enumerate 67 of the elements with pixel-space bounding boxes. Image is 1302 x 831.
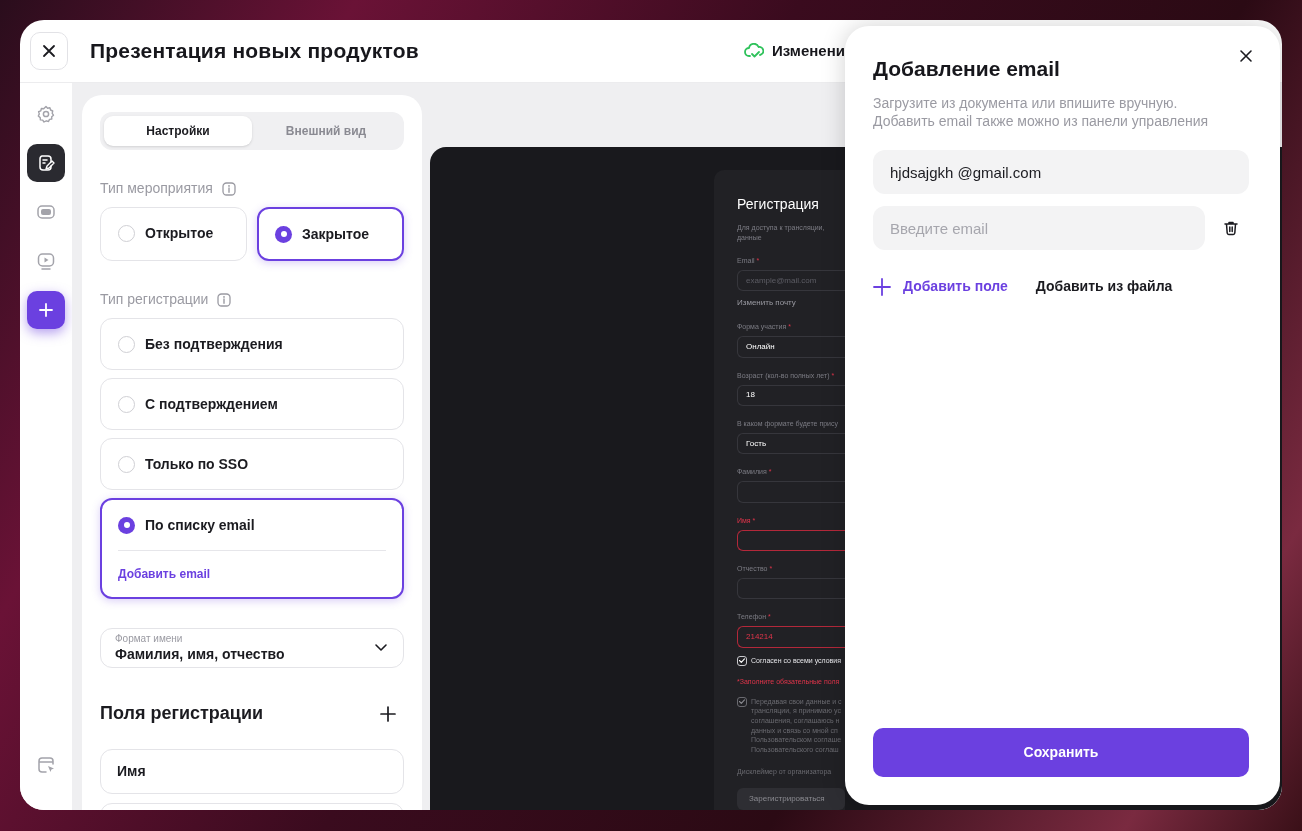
option-label: Только по SSO <box>145 454 249 474</box>
dropdown-value: Фамилия, имя, отчество <box>115 645 286 663</box>
registration-field-item[interactable]: Имя <box>100 749 404 794</box>
screen-cursor-icon <box>36 755 56 775</box>
input-field[interactable]: 18 <box>737 384 845 406</box>
checkmark-icon <box>738 698 746 705</box>
input-field[interactable]: Гость <box>737 432 845 455</box>
radio-button[interactable] <box>118 395 135 413</box>
input-field[interactable]: Онлайн <box>737 336 845 358</box>
add-button[interactable] <box>27 291 65 329</box>
option-card[interactable]: По списку email Добавить email <box>100 498 404 599</box>
change-email-link[interactable]: Изменить почту <box>737 297 845 310</box>
radio-button[interactable] <box>118 455 135 473</box>
form-title: Регистрация <box>737 195 820 214</box>
email-input[interactable]: hjdsajgkh @gmail.com <box>873 150 1249 194</box>
option-label: С подтверждением <box>145 394 278 414</box>
dialog-title: Добавление email <box>873 56 1061 82</box>
section-label: Тип мероприятия <box>100 179 213 198</box>
section-label: Тип регистрации <box>100 290 209 309</box>
radio-button[interactable] <box>275 225 292 243</box>
page-title: Презентация новых продуктов <box>90 38 419 65</box>
add-email-link[interactable]: Добавить email <box>118 551 386 597</box>
note-edit-icon <box>36 153 56 173</box>
option-label: По списку email <box>145 515 255 535</box>
checkmark-icon <box>738 657 746 665</box>
cloud-check-icon <box>744 43 764 59</box>
radio-button[interactable] <box>118 335 135 353</box>
settings-icon <box>36 104 56 124</box>
play-screen-icon <box>36 251 56 271</box>
section-title: Поля регистрации <box>100 702 264 725</box>
plus-icon <box>36 300 56 320</box>
option-card[interactable]: Только по SSO <box>100 438 404 490</box>
close-button[interactable] <box>30 32 68 70</box>
option-label: Открытое <box>145 223 214 243</box>
close-icon <box>1238 48 1254 64</box>
add-field-button[interactable] <box>378 703 398 724</box>
checkbox[interactable] <box>737 696 747 707</box>
save-status: Изменени <box>772 40 845 61</box>
add-from-file-button[interactable]: Добавить из файла <box>1035 276 1173 297</box>
input-field[interactable] <box>737 481 845 503</box>
option-card[interactable]: С подтверждением <box>100 378 404 430</box>
dialog-description: Загрузите из документа или впишите вручную. Добавить email также можно из панели управления <box>873 94 1210 130</box>
option-label: Без подтверждения <box>145 334 283 354</box>
plus-icon <box>380 705 396 722</box>
info-icon <box>221 181 236 196</box>
input-field[interactable] <box>737 529 845 551</box>
radio-button[interactable] <box>118 224 135 242</box>
add-field-button[interactable]: Добавить поле <box>873 276 1008 297</box>
screen-icon <box>36 202 56 222</box>
name-format-dropdown[interactable]: Формат имени Фамилия, имя, отчество <box>100 628 404 668</box>
input-field[interactable]: 214214 <box>737 626 845 648</box>
register-button[interactable]: Зарегистрироваться <box>737 788 845 810</box>
option-card[interactable]: Закрытое <box>257 207 404 261</box>
email-input[interactable]: Введите email <box>873 206 1205 250</box>
save-button[interactable]: Сохранить <box>873 728 1249 777</box>
input-field[interactable] <box>737 577 845 600</box>
option-card[interactable]: Без подтверждения <box>100 318 404 370</box>
dropdown-label: Формат имени <box>115 633 184 645</box>
option-card[interactable]: Открытое <box>100 207 247 261</box>
radio-button[interactable] <box>118 516 135 534</box>
trash-icon <box>1223 220 1239 236</box>
checkbox[interactable] <box>737 655 747 666</box>
info-icon <box>217 292 232 307</box>
option-label: Закрытое <box>302 224 370 244</box>
tab[interactable]: Настройки <box>104 116 252 146</box>
sidebar-item[interactable] <box>27 144 65 182</box>
plus-icon <box>873 277 891 296</box>
